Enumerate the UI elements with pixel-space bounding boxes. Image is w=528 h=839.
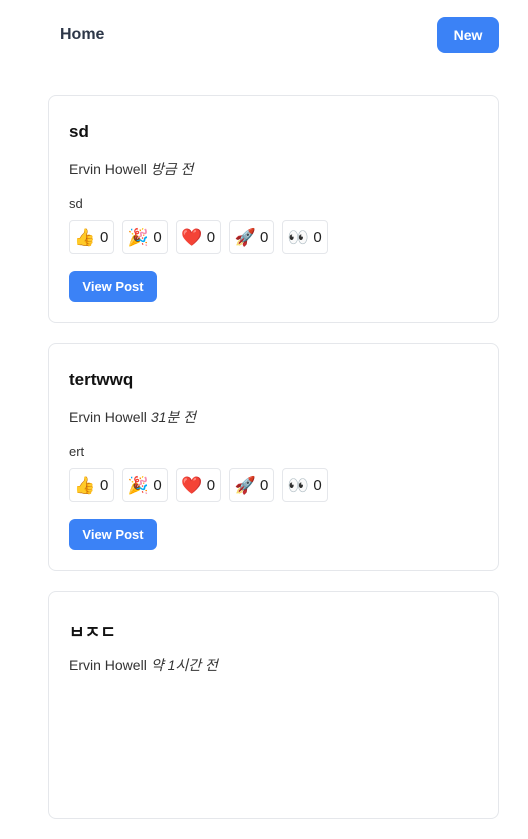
reaction-count: 0	[206, 476, 216, 494]
post-card: ㅂㅈㄷ Ervin Howell 약 1시간 전	[48, 591, 499, 819]
post-timestamp: 약 1시간 전	[150, 657, 218, 673]
post-author: Ervin Howell	[69, 409, 147, 425]
eyes-icon: 👀	[287, 475, 309, 495]
post-meta: Ervin Howell 방금 전	[69, 159, 193, 179]
post-author: Ervin Howell	[69, 657, 147, 673]
reaction-count: 0	[206, 228, 216, 246]
party-popper-icon: 🎉	[127, 227, 149, 247]
reaction-count: 0	[153, 476, 162, 494]
reaction-bar: 👍 0 🎉 0 ❤️ 0 🚀 0 👀 0	[69, 468, 328, 502]
post-card: sd Ervin Howell 방금 전 sd 👍 0 🎉 0 ❤️ 0 🚀 0 👀 0 V…	[48, 95, 499, 323]
reaction-party-button[interactable]: 🎉 0	[122, 220, 168, 254]
post-meta: Ervin Howell 약 1시간 전	[69, 655, 218, 675]
post-timestamp: 31분 전	[150, 409, 197, 425]
view-post-button[interactable]: View Post	[69, 519, 157, 550]
reaction-thumbs-up-button[interactable]: 👍 0	[69, 220, 115, 254]
reaction-count: 0	[313, 476, 322, 494]
reaction-bar: 👍 0 🎉 0 ❤️ 0 🚀 0 👀 0	[69, 220, 328, 254]
heart-icon: ❤️	[181, 227, 203, 247]
party-popper-icon: 🎉	[127, 475, 149, 495]
reaction-heart-button[interactable]: ❤️ 0	[175, 220, 222, 254]
reaction-eyes-button[interactable]: 👀 0	[282, 468, 328, 502]
reaction-party-button[interactable]: 🎉 0	[122, 468, 168, 502]
reaction-rocket-button[interactable]: 🚀 0	[229, 468, 275, 502]
reaction-count: 0	[153, 228, 162, 246]
post-card: tertwwq Ervin Howell 31분 전 ert 👍 0 🎉 0 ❤️ 0 …	[48, 343, 499, 571]
reaction-count: 0	[260, 228, 269, 246]
reaction-count: 0	[100, 476, 109, 494]
rocket-icon: 🚀	[234, 475, 256, 495]
reaction-count: 0	[100, 228, 109, 246]
reaction-rocket-button[interactable]: 🚀 0	[229, 220, 275, 254]
post-title: sd	[69, 122, 89, 141]
reaction-heart-button[interactable]: ❤️ 0	[175, 468, 222, 502]
reaction-count: 0	[260, 476, 269, 494]
post-timestamp: 방금 전	[150, 161, 194, 177]
post-excerpt: ert	[69, 444, 85, 459]
new-post-button[interactable]: New	[437, 17, 499, 53]
view-post-button[interactable]: View Post	[69, 271, 157, 302]
thumbs-up-icon: 👍	[74, 227, 96, 247]
home-link[interactable]: Home	[60, 26, 104, 44]
reaction-eyes-button[interactable]: 👀 0	[282, 220, 328, 254]
post-feed: sd Ervin Howell 방금 전 sd 👍 0 🎉 0 ❤️ 0 🚀 0 👀 0 V…	[48, 95, 499, 839]
thumbs-up-icon: 👍	[74, 475, 96, 495]
top-nav: Home New	[0, 0, 528, 72]
reaction-thumbs-up-button[interactable]: 👍 0	[69, 468, 115, 502]
heart-icon: ❤️	[181, 475, 203, 495]
post-title: ㅂㅈㄷ	[69, 623, 116, 642]
eyes-icon: 👀	[287, 227, 309, 247]
post-meta: Ervin Howell 31분 전	[69, 407, 196, 427]
post-title: tertwwq	[69, 370, 134, 389]
reaction-count: 0	[313, 228, 322, 246]
post-author: Ervin Howell	[69, 161, 147, 177]
rocket-icon: 🚀	[234, 227, 256, 247]
post-excerpt: sd	[69, 196, 83, 211]
